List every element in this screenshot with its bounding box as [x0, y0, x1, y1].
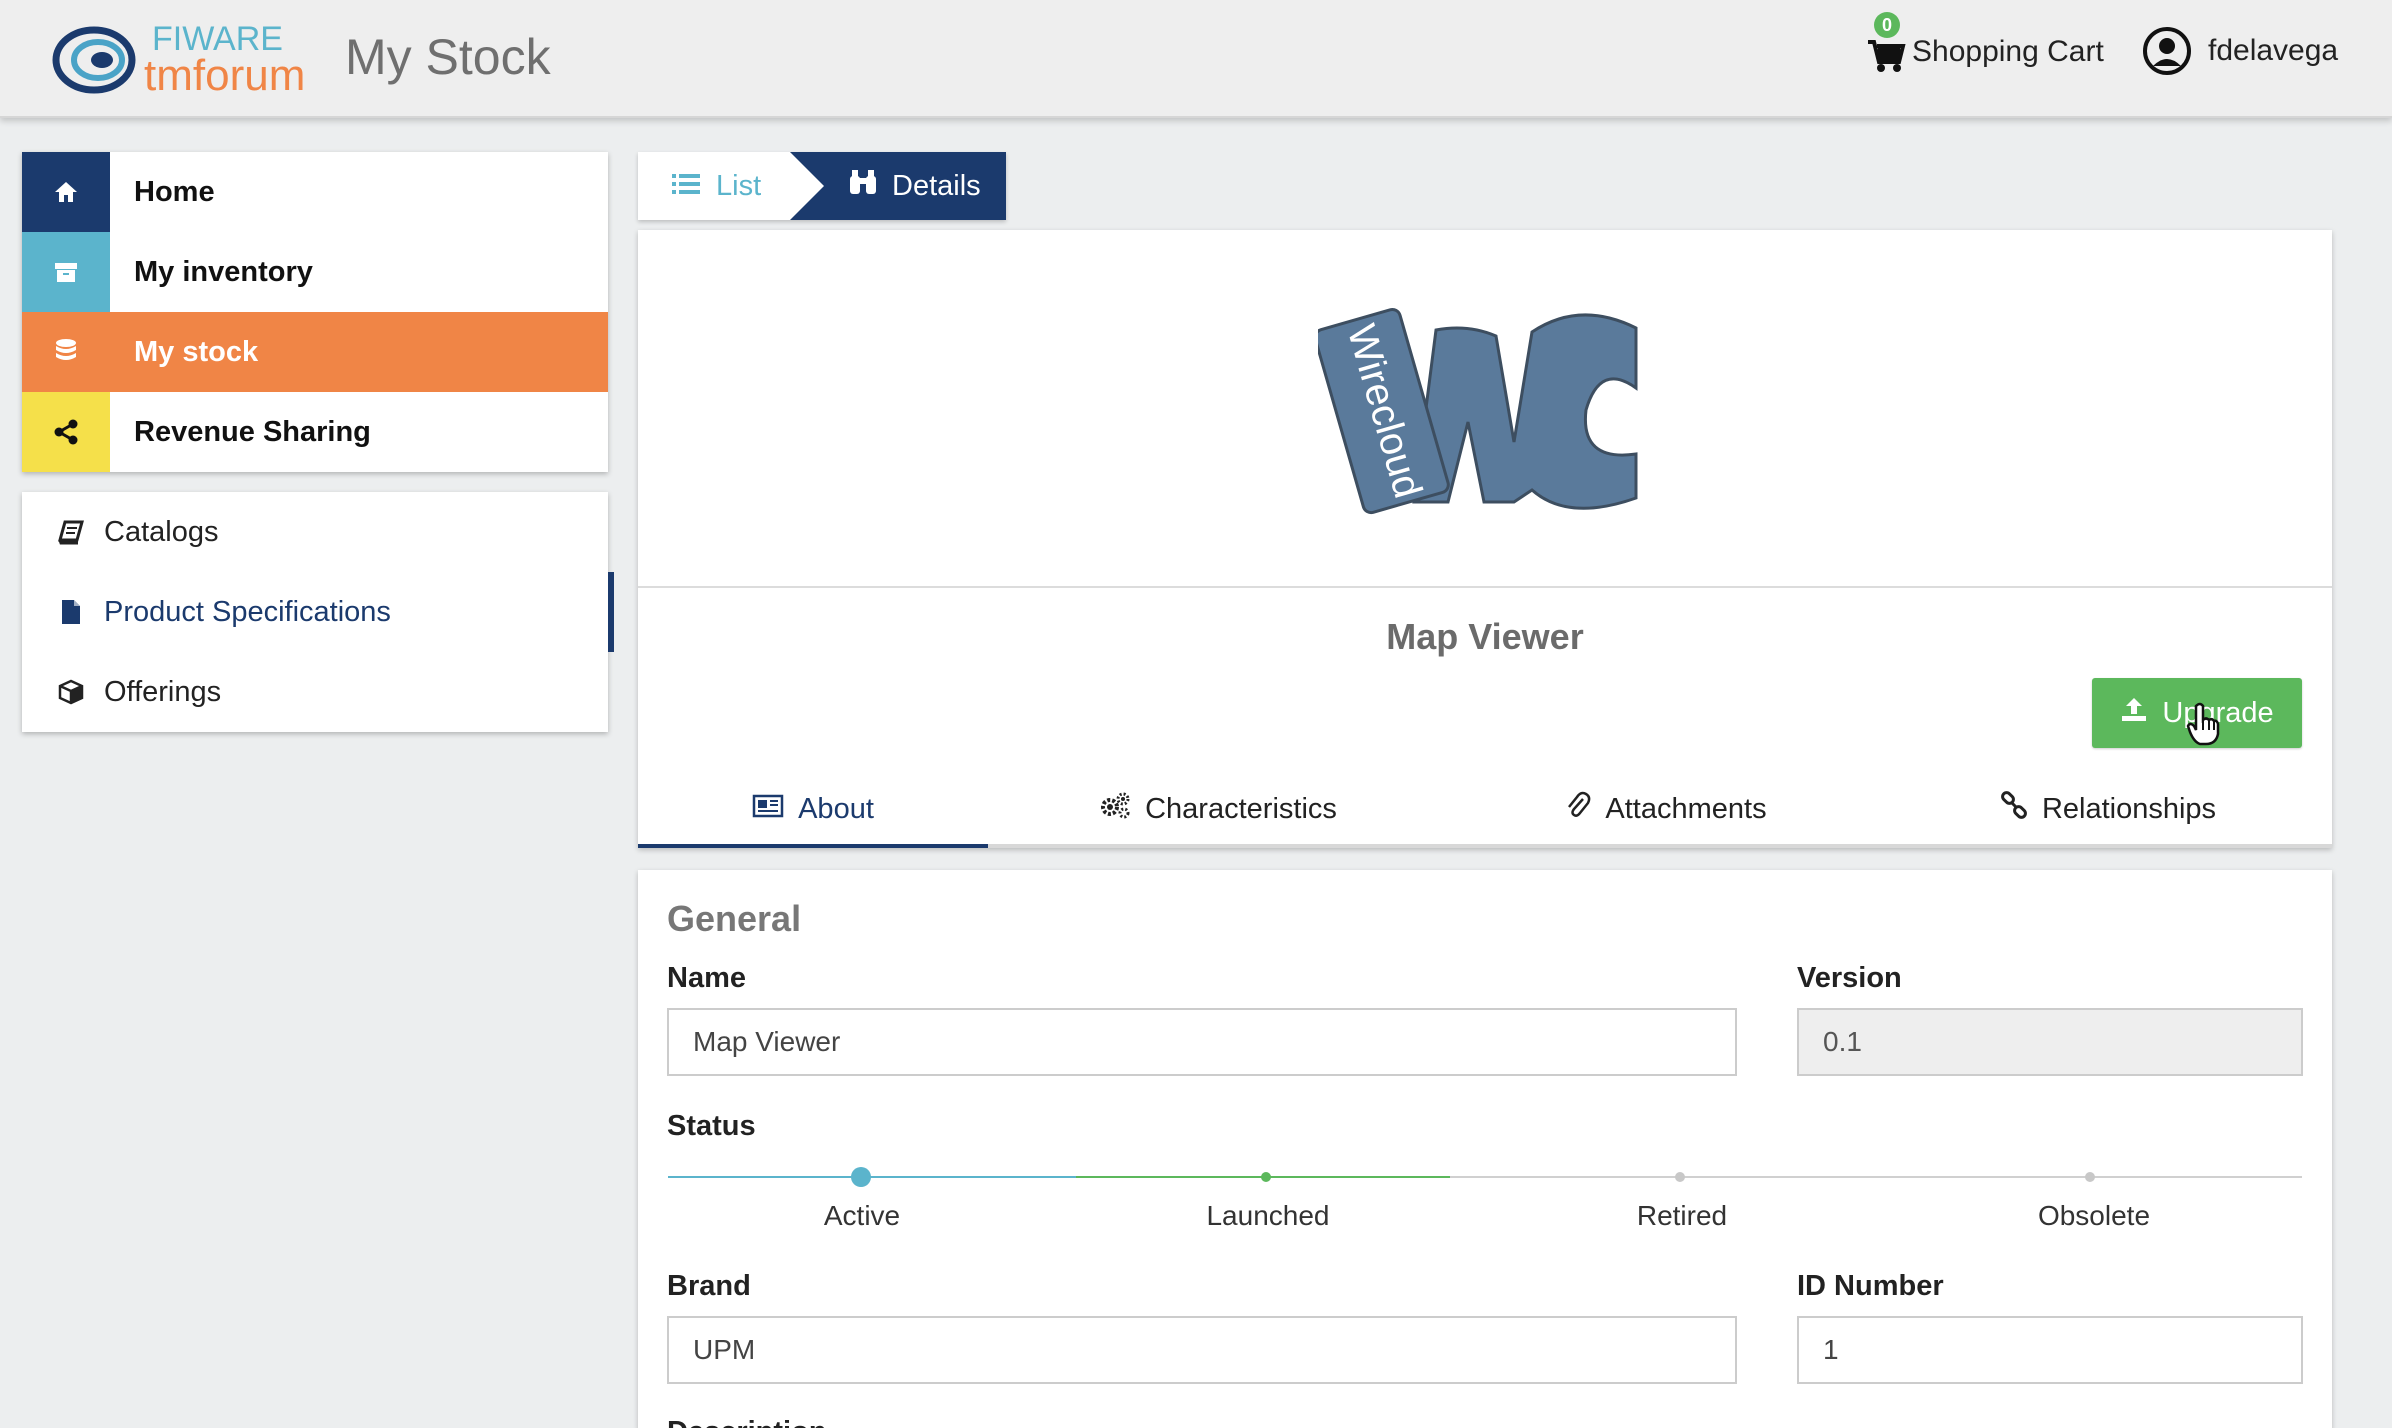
tab-label: Attachments: [1605, 792, 1767, 825]
tab-about[interactable]: About: [638, 774, 988, 848]
sub-item-offerings[interactable]: Offerings: [22, 652, 608, 732]
product-title: Map Viewer: [1386, 616, 1584, 657]
product-card: Wirecloud Map Viewer Upgrade About Chara…: [638, 230, 2332, 848]
cube-icon: [56, 677, 86, 707]
user-menu[interactable]: fdelavega: [2142, 26, 2338, 76]
tab-characteristics[interactable]: Characteristics: [988, 774, 1448, 844]
description-label: Description: [667, 1416, 827, 1428]
tab-relationships[interactable]: Relationships: [1884, 774, 2332, 844]
status-label: Status: [667, 1110, 756, 1142]
archive-icon: [22, 232, 110, 312]
share-icon: [22, 392, 110, 472]
product-image-area: Wirecloud: [638, 230, 2332, 588]
version-input: 0.1: [1797, 1008, 2303, 1076]
status-dot-active[interactable]: [851, 1167, 871, 1187]
cart-count-badge: 0: [1874, 12, 1900, 38]
nav-item-my-inventory[interactable]: My inventory: [22, 232, 608, 312]
binoculars-icon: [848, 168, 878, 204]
nav-item-label: My inventory: [134, 255, 313, 288]
status-step-obsolete[interactable]: Obsolete: [1974, 1200, 2214, 1232]
breadcrumb-list[interactable]: List: [638, 152, 824, 220]
name-input[interactable]: Map Viewer: [667, 1008, 1737, 1076]
user-circle-icon: [2143, 27, 2191, 75]
file-icon: [56, 597, 86, 627]
id-number-input[interactable]: 1: [1797, 1316, 2303, 1384]
shopping-cart-button[interactable]: 0 Shopping Cart: [1866, 12, 2104, 74]
wirecloud-logo: Wirecloud: [1318, 307, 1638, 515]
username: fdelavega: [2208, 34, 2339, 67]
cogs-icon: [1099, 791, 1131, 827]
cart-label: Shopping Cart: [1912, 35, 2104, 68]
product-tabs: About Characteristics Attachments Relati…: [638, 774, 2332, 848]
sub-item-label: Product Specifications: [104, 595, 391, 628]
breadcrumb-list-label: List: [716, 169, 762, 202]
nav-item-label: Home: [134, 175, 215, 208]
nav-item-my-stock[interactable]: My stock: [22, 312, 608, 392]
id-number-label: ID Number: [1797, 1270, 1944, 1302]
brand-input[interactable]: UPM: [667, 1316, 1737, 1384]
nav-item-home[interactable]: Home: [22, 152, 608, 232]
status-dot-obsolete[interactable]: [2085, 1172, 2095, 1182]
status-step-active[interactable]: Active: [742, 1200, 982, 1232]
status-dot-launched[interactable]: [1261, 1172, 1271, 1182]
status-dot-retired[interactable]: [1675, 1172, 1685, 1182]
sub-navigation: Catalogs Product Specifications Offering…: [22, 492, 614, 732]
breadcrumb-details-label: Details: [892, 169, 981, 202]
name-label: Name: [667, 962, 746, 994]
cart-icon: 0: [1866, 12, 1906, 74]
sub-item-label: Catalogs: [104, 515, 219, 548]
nav-item-label: Revenue Sharing: [134, 415, 371, 448]
status-track-active: [668, 1176, 1076, 1178]
status-step-retired[interactable]: Retired: [1562, 1200, 1802, 1232]
logo-bottom-text: tmforum: [144, 51, 305, 96]
status-step-launched[interactable]: Launched: [1148, 1200, 1388, 1232]
hand-cursor-icon: [2186, 702, 2220, 746]
brand-label: Brand: [667, 1270, 751, 1302]
sub-item-catalogs[interactable]: Catalogs: [22, 492, 608, 572]
version-label: Version: [1797, 962, 1902, 994]
tab-label: Relationships: [2041, 792, 2217, 825]
top-header: FIWARE tmforum My Stock 0 Shopping Cart …: [0, 0, 2392, 118]
general-section: General Name Map Viewer Version 0.1 Stat…: [638, 870, 2332, 1428]
book-icon: [56, 517, 86, 547]
newspaper-icon: [752, 793, 784, 826]
breadcrumb: List Details: [638, 152, 1006, 220]
fiware-tmforum-logo[interactable]: FIWARE tmforum: [52, 16, 328, 96]
upload-icon: [2120, 696, 2148, 730]
section-title: General: [667, 898, 802, 939]
home-icon: [22, 152, 110, 232]
nav-item-label: My stock: [134, 335, 259, 368]
database-icon: [22, 312, 110, 392]
main-navigation: Home My inventory My stock Revenue Shari…: [22, 152, 608, 472]
paperclip-icon: [1565, 791, 1591, 827]
link-icon: [2000, 791, 2028, 827]
sub-item-label: Offerings: [104, 675, 222, 708]
tab-attachments[interactable]: Attachments: [1448, 774, 1884, 844]
tab-label: About: [798, 792, 874, 825]
nav-item-revenue-sharing[interactable]: Revenue Sharing: [22, 392, 608, 472]
sub-item-product-specifications[interactable]: Product Specifications: [22, 572, 614, 652]
list-icon: [672, 170, 700, 203]
page-title: My Stock: [345, 29, 551, 85]
tab-label: Characteristics: [1145, 792, 1337, 825]
